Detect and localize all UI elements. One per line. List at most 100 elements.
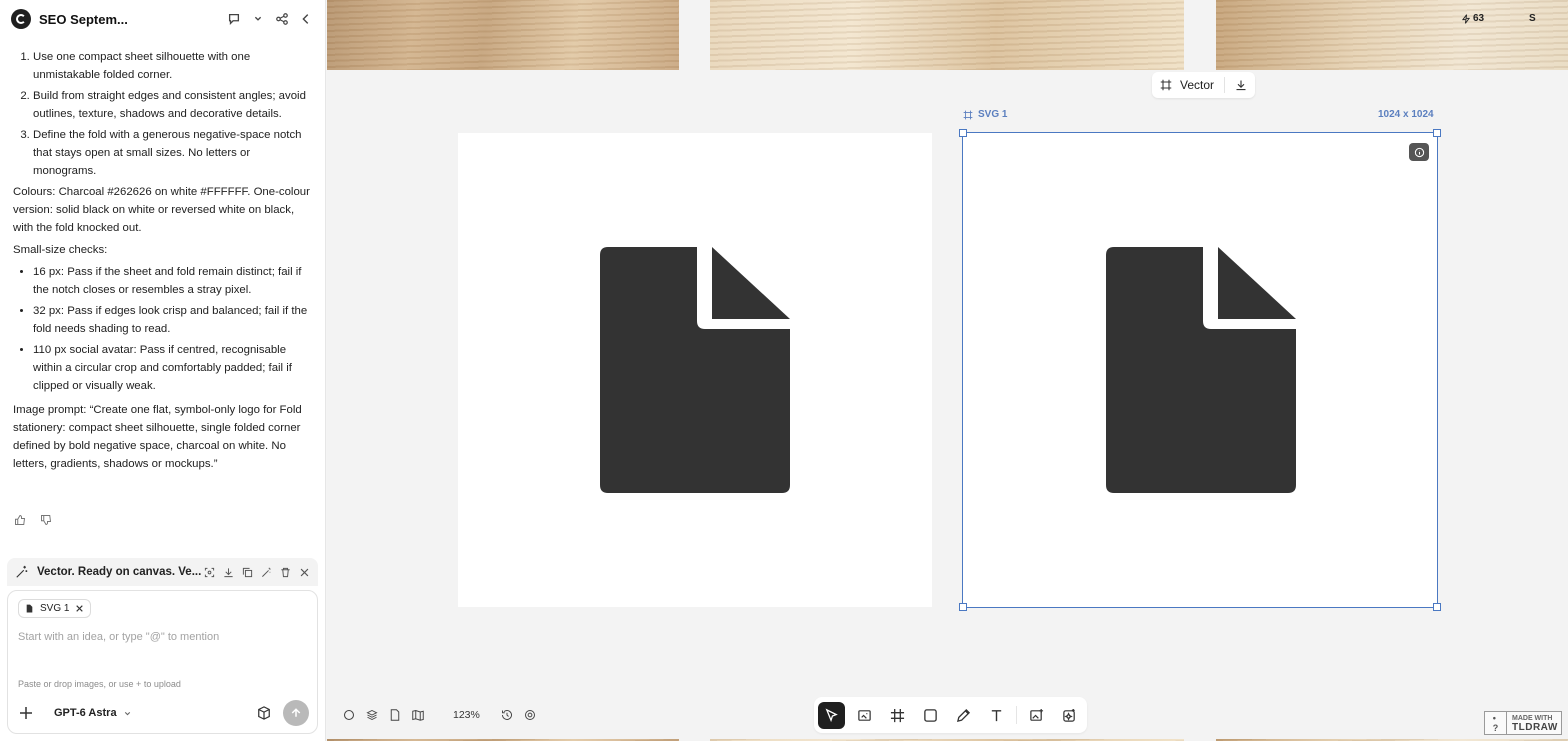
made-with-tldraw-badge[interactable]: •? MADE WITH TLDRAW (1484, 711, 1562, 735)
file-icon (26, 604, 33, 613)
hash-icon (890, 708, 905, 722)
design-steps-list: Use one compact sheet silhouette with on… (13, 48, 313, 180)
text-tool[interactable] (983, 702, 1010, 729)
list-item: Build from straight edges and consistent… (33, 87, 313, 123)
model-name: GPT-6 Astra (54, 707, 117, 719)
cursor-icon (825, 708, 838, 722)
checks-list: 16 px: Pass if the sheet and fold remain… (13, 263, 313, 395)
trash-icon[interactable] (280, 567, 291, 578)
app-logo-icon[interactable] (11, 9, 31, 29)
square-icon (924, 708, 937, 722)
badge-line-2: TLDRAW (1512, 722, 1558, 733)
resize-handle-bottom-left[interactable] (959, 603, 967, 611)
canvas-controls: 123% (343, 709, 536, 721)
info-button[interactable] (1409, 143, 1429, 161)
tldraw-logo-icon: •? (1485, 712, 1507, 734)
magic-wand-icon[interactable] (261, 567, 272, 578)
insert-image-tool[interactable] (1023, 702, 1050, 729)
text-icon (991, 709, 1002, 721)
arrow-up-icon (291, 708, 301, 717)
chevron-down-icon[interactable] (251, 12, 265, 26)
layers-icon[interactable] (366, 709, 378, 721)
frame-name: SVG 1 (978, 109, 1008, 120)
pencil-icon (956, 708, 971, 722)
frame-size: 1024 x 1024 (1378, 109, 1434, 120)
remove-attachment-icon[interactable] (75, 604, 84, 613)
focus-icon[interactable] (204, 567, 215, 578)
send-button[interactable] (283, 700, 309, 726)
download-icon[interactable] (223, 567, 234, 578)
page-icon[interactable] (389, 709, 401, 721)
credits-counter[interactable]: 63 (1461, 13, 1484, 24)
resize-handle-bottom-right[interactable] (1433, 603, 1441, 611)
help-icon[interactable] (524, 709, 536, 721)
status-text: Vector. Ready on canvas. Ve... (37, 566, 202, 578)
download-icon[interactable] (1235, 79, 1247, 91)
wood-image-3[interactable] (1216, 0, 1568, 70)
wood-image-1[interactable] (327, 0, 679, 70)
message-composer: SVG 1 Start with an idea, or type "@" to… (7, 590, 318, 734)
info-icon (1414, 147, 1424, 157)
copy-icon[interactable] (242, 567, 253, 578)
user-avatar[interactable]: S (1529, 13, 1536, 24)
image-add-icon (1030, 708, 1044, 721)
ai-tool[interactable] (1056, 702, 1083, 729)
sparkle-icon (16, 565, 28, 578)
colours-paragraph: Colours: Charcoal #262626 on white #FFFF… (13, 186, 310, 234)
cube-icon[interactable] (257, 706, 271, 720)
resize-handle-top-left[interactable] (959, 129, 967, 137)
prompt-input[interactable]: Start with an idea, or type "@" to menti… (18, 631, 219, 643)
list-item: Define the fold with a generous negative… (33, 126, 313, 180)
frame-tool[interactable] (884, 702, 911, 729)
credits-value: 63 (1473, 13, 1485, 24)
generation-status-bar: Vector. Ready on canvas. Ve... (7, 558, 318, 586)
sparkle-box-icon (1063, 708, 1075, 722)
rectangle-tool[interactable] (917, 702, 944, 729)
frame-name-label[interactable]: SVG 1 (963, 109, 1007, 120)
list-item: 16 px: Pass if the sheet and fold remain… (33, 263, 313, 299)
chat-sidebar: SEO Septem... Use one compact sheet silh… (0, 0, 326, 741)
chevron-down-icon (124, 711, 130, 715)
list-item: 32 px: Pass if edges look crisp and bala… (33, 302, 313, 338)
select-tool[interactable] (818, 701, 845, 729)
document-logo-glyph (600, 247, 790, 493)
tool-bar (814, 697, 1087, 733)
collapse-sidebar-icon[interactable] (299, 12, 313, 26)
image-prompt-paragraph: Image prompt: “Create one flat, symbol-o… (13, 404, 302, 470)
history-icon[interactable] (501, 709, 513, 721)
resize-handle-top-right[interactable] (1433, 129, 1441, 137)
conversation-title[interactable]: SEO Septem... (39, 12, 227, 27)
assistant-message: Use one compact sheet silhouette with on… (13, 48, 313, 477)
add-attachment-button[interactable] (18, 705, 34, 721)
logo-image-left[interactable] (458, 133, 932, 607)
document-logo-glyph (1106, 247, 1296, 493)
draw-tool[interactable] (950, 702, 977, 729)
frame-icon (1160, 79, 1172, 91)
lightning-icon (1461, 13, 1471, 24)
list-item: Use one compact sheet silhouette with on… (33, 48, 313, 84)
upload-hint: Paste or drop images, or use + to upload (18, 679, 181, 689)
user-initial: S (1529, 13, 1536, 24)
share-icon[interactable] (275, 12, 289, 26)
image-generate-tool[interactable] (851, 702, 878, 729)
sidebar-header: SEO Septem... (0, 0, 326, 38)
zoom-level[interactable]: 123% (453, 709, 480, 721)
frame-toolbar: Vector (1152, 72, 1256, 98)
model-selector[interactable]: GPT-6 Astra (54, 707, 257, 719)
circle-icon[interactable] (343, 709, 355, 721)
vector-button[interactable]: Vector (1180, 78, 1214, 92)
map-icon[interactable] (412, 709, 424, 721)
attachment-chip[interactable]: SVG 1 (18, 599, 92, 618)
checks-heading: Small-size checks: (13, 244, 108, 256)
svg-frame[interactable] (959, 129, 1441, 611)
feedback-buttons (14, 514, 52, 526)
design-canvas[interactable]: 63 S Vector SVG 1 1024 x 1024 123% • ? M… (327, 0, 1568, 741)
frame-icon (963, 110, 973, 119)
list-item: 110 px social avatar: Pass if centred, r… (33, 341, 313, 395)
chat-options-icon[interactable] (227, 12, 241, 26)
frame-size-label: 1024 x 1024 (1378, 109, 1434, 120)
thumbs-up-icon[interactable] (14, 514, 26, 526)
close-icon[interactable] (299, 567, 310, 578)
wood-image-2[interactable] (710, 0, 1184, 70)
thumbs-down-icon[interactable] (40, 514, 52, 526)
